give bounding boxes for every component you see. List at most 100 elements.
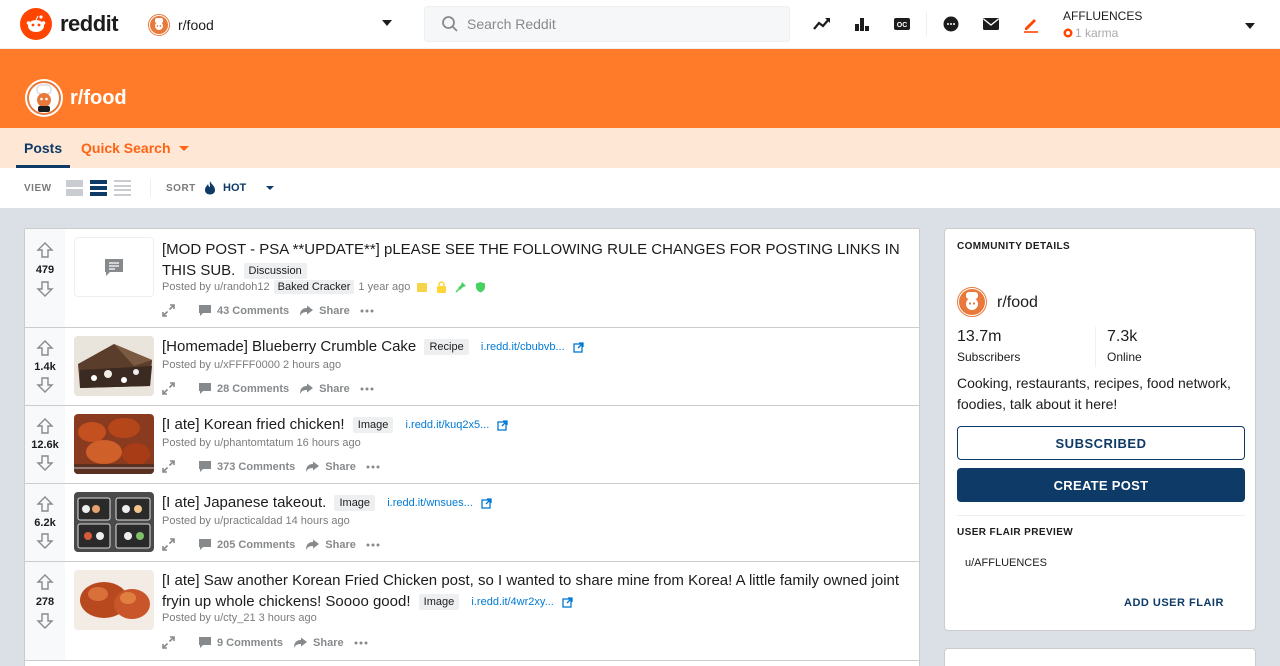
create-post-pencil-icon[interactable] bbox=[1021, 14, 1041, 34]
share-icon bbox=[300, 305, 314, 316]
post-actions: 373 Comments Share bbox=[162, 460, 395, 473]
expand-button[interactable] bbox=[162, 538, 180, 551]
post-meta[interactable]: Posted by u/cty_21 3 hours ago bbox=[162, 612, 317, 624]
post-item[interactable]: 12.6k [I ate] Korean fried chicken! Imag… bbox=[25, 406, 919, 484]
comments-button[interactable]: 373 Comments bbox=[198, 460, 295, 473]
post-thumbnail-image[interactable] bbox=[74, 336, 154, 396]
nav-divider bbox=[926, 12, 927, 36]
view-sort-bar: VIEW SORT HOT bbox=[0, 168, 1280, 208]
chevron-down-icon bbox=[1245, 23, 1255, 29]
upvote-icon[interactable] bbox=[36, 417, 54, 435]
comments-button[interactable]: 28 Comments bbox=[198, 382, 289, 395]
classic-view-icon[interactable] bbox=[90, 180, 107, 196]
share-button[interactable]: Share bbox=[305, 461, 356, 473]
post-meta[interactable]: Posted by u/practicaldad 14 hours ago bbox=[162, 515, 350, 527]
post-author[interactable]: Posted by u/randoh12 bbox=[162, 281, 270, 293]
post-flair[interactable]: Image bbox=[352, 417, 394, 434]
post-meta[interactable]: Posted by u/phantomtatum 16 hours ago bbox=[162, 437, 361, 449]
add-user-flair-button[interactable]: ADD USER FLAIR bbox=[1124, 597, 1224, 609]
tab-quick-search[interactable]: Quick Search bbox=[81, 140, 189, 156]
comments-count: 28 Comments bbox=[217, 382, 290, 395]
reddit-logo[interactable]: reddit bbox=[20, 8, 119, 40]
online-label: Online bbox=[1107, 350, 1142, 364]
post-flair[interactable]: Recipe bbox=[424, 339, 469, 356]
text-post-thumbnail[interactable] bbox=[74, 237, 154, 297]
expand-button[interactable] bbox=[162, 636, 180, 649]
post-thumbnail-image[interactable] bbox=[74, 492, 154, 552]
expand-button[interactable] bbox=[162, 304, 180, 317]
post-item[interactable]: 6.2k [I ate] Japanese takeout. Image i.r… bbox=[25, 484, 919, 562]
community-name: r/food bbox=[178, 17, 214, 33]
community-dropdown[interactable]: r/food bbox=[148, 13, 400, 37]
post-link[interactable]: i.redd.it/4wr2xy... bbox=[471, 596, 553, 608]
top-nav-bar: reddit r/food OC AFFLUENCES 1 karma bbox=[0, 0, 1280, 49]
vote-column: 278 bbox=[25, 562, 65, 660]
comments-button[interactable]: 43 Comments bbox=[198, 304, 289, 317]
community-avatar-icon[interactable] bbox=[957, 287, 987, 317]
subscribed-button[interactable]: SUBSCRIBED bbox=[957, 426, 1245, 460]
post-flair[interactable]: Discussion bbox=[243, 263, 307, 280]
chat-icon[interactable] bbox=[941, 14, 961, 34]
more-options-button[interactable] bbox=[354, 641, 373, 645]
comments-button[interactable]: 9 Comments bbox=[198, 636, 283, 649]
create-post-button[interactable]: CREATE POST bbox=[957, 468, 1245, 502]
oc-icon[interactable]: OC bbox=[892, 14, 912, 34]
post-title[interactable]: [I ate] Japanese takeout. bbox=[162, 494, 326, 511]
post-title[interactable]: [I ate] Korean fried chicken! bbox=[162, 416, 345, 433]
external-link-icon[interactable] bbox=[573, 341, 584, 353]
community-name[interactable]: r/food bbox=[997, 294, 1038, 312]
compact-view-icon[interactable] bbox=[114, 180, 131, 196]
mail-icon[interactable] bbox=[981, 14, 1001, 34]
external-link-icon[interactable] bbox=[481, 497, 492, 509]
post-score: 6.2k bbox=[34, 517, 56, 529]
post-link[interactable]: i.redd.it/wnsues... bbox=[387, 497, 473, 509]
user-menu[interactable]: AFFLUENCES 1 karma bbox=[1063, 9, 1263, 41]
more-options-button[interactable] bbox=[366, 465, 385, 469]
award-badge-icon bbox=[417, 282, 428, 292]
more-options-button[interactable] bbox=[360, 309, 379, 313]
downvote-icon[interactable] bbox=[36, 454, 54, 472]
post-link[interactable]: i.redd.it/kuq2x5... bbox=[406, 419, 490, 431]
share-button[interactable]: Share bbox=[305, 539, 356, 551]
search-bar[interactable] bbox=[424, 6, 790, 42]
external-link-icon[interactable] bbox=[497, 419, 509, 431]
sort-label: SORT bbox=[166, 183, 196, 194]
post-thumbnail-image[interactable] bbox=[74, 414, 154, 474]
share-button[interactable]: Share bbox=[299, 383, 350, 395]
search-input[interactable] bbox=[467, 16, 767, 32]
post-link[interactable]: i.redd.it/cbubvb... bbox=[481, 341, 565, 353]
upvote-icon[interactable] bbox=[36, 339, 54, 357]
post-title[interactable]: [Homemade] Blueberry Crumble Cake bbox=[162, 338, 416, 355]
downvote-icon[interactable] bbox=[36, 532, 54, 550]
upvote-icon[interactable] bbox=[36, 495, 54, 513]
expand-button[interactable] bbox=[162, 382, 180, 395]
post-meta[interactable]: Posted by u/xFFFF0000 2 hours ago bbox=[162, 359, 341, 371]
post-thumbnail-image[interactable] bbox=[74, 570, 154, 630]
post-item[interactable]: 1.4k [Homemade] Blueberry Crumble Cake R… bbox=[25, 328, 919, 406]
downvote-icon[interactable] bbox=[36, 376, 54, 394]
post-flair[interactable]: Image bbox=[334, 495, 376, 512]
tab-posts[interactable]: Posts bbox=[16, 128, 71, 168]
downvote-icon[interactable] bbox=[36, 280, 54, 298]
post-item[interactable]: 278 [I ate] Saw another Korean Fried Chi… bbox=[25, 562, 919, 661]
chevron-down-icon[interactable] bbox=[266, 186, 274, 190]
post-time[interactable]: 1 year ago bbox=[358, 281, 410, 293]
post-item[interactable]: 479 [MOD POST - PSA **UPDATE**] pLEASE S… bbox=[25, 229, 919, 328]
pin-icon bbox=[455, 282, 467, 293]
expand-button[interactable] bbox=[162, 460, 180, 473]
post-flair[interactable]: Image bbox=[418, 594, 460, 611]
comments-button[interactable]: 205 Comments bbox=[198, 538, 295, 551]
downvote-icon[interactable] bbox=[36, 612, 54, 630]
upvote-icon[interactable] bbox=[36, 241, 54, 259]
more-options-button[interactable] bbox=[360, 387, 379, 391]
external-link-icon[interactable] bbox=[562, 596, 573, 608]
post-title-row: [Homemade] Blueberry Crumble Cake Recipe… bbox=[162, 336, 907, 358]
card-view-icon[interactable] bbox=[66, 180, 83, 196]
share-button[interactable]: Share bbox=[293, 637, 344, 649]
popular-trending-icon[interactable] bbox=[812, 14, 832, 34]
share-button[interactable]: Share bbox=[299, 305, 350, 317]
upvote-icon[interactable] bbox=[36, 573, 54, 591]
all-stats-icon[interactable] bbox=[852, 14, 872, 34]
sort-dropdown[interactable]: HOT bbox=[204, 180, 246, 195]
more-options-button[interactable] bbox=[366, 543, 385, 547]
